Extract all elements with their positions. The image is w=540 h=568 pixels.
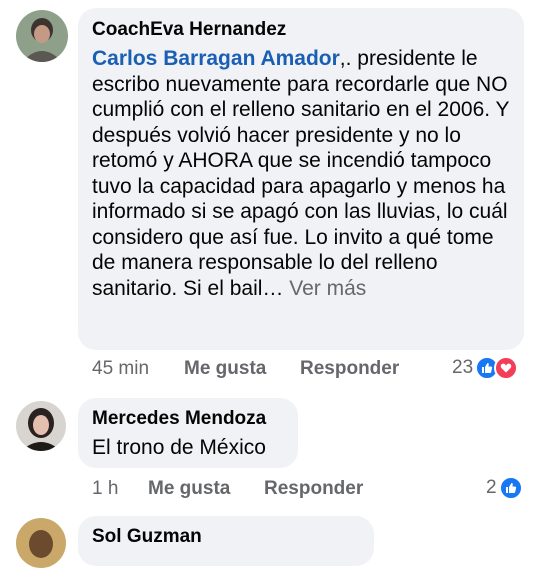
like-icon (498, 476, 523, 500)
comment-text: ,. presidente le escribo nuevamente para… (92, 47, 510, 300)
see-more-link[interactable]: Ver más (289, 277, 366, 300)
reply-button[interactable]: Responder (264, 478, 363, 500)
like-button[interactable]: Me gusta (148, 478, 230, 500)
reply-button[interactable]: Responder (300, 358, 399, 380)
timestamp[interactable]: 1 h (92, 478, 118, 500)
mention-link[interactable]: Carlos Barragan Amador (92, 47, 340, 70)
reaction-count: 2 (486, 477, 497, 498)
comment-author[interactable]: Mercedes Mendoza (92, 408, 266, 430)
reaction-summary[interactable]: 23 (452, 356, 519, 380)
reaction-count: 23 (452, 357, 474, 378)
love-icon (494, 356, 519, 380)
comment-actions: 45 min Me gusta Responder (92, 358, 399, 382)
avatar[interactable] (16, 401, 66, 451)
comment-actions: 1 h Me gusta Responder (92, 478, 392, 502)
comment-author[interactable]: CoachEva Hernandez (92, 19, 286, 41)
comment-body: Carlos Barragan Amador,. presidente le e… (92, 46, 516, 301)
avatar[interactable] (16, 10, 68, 62)
timestamp[interactable]: 45 min (92, 358, 149, 380)
comment-author[interactable]: Sol Guzman (92, 526, 202, 548)
reaction-summary[interactable]: 2 (486, 476, 523, 500)
avatar[interactable] (16, 518, 66, 568)
like-button[interactable]: Me gusta (184, 358, 266, 380)
comment-text: El trono de México (92, 436, 266, 459)
